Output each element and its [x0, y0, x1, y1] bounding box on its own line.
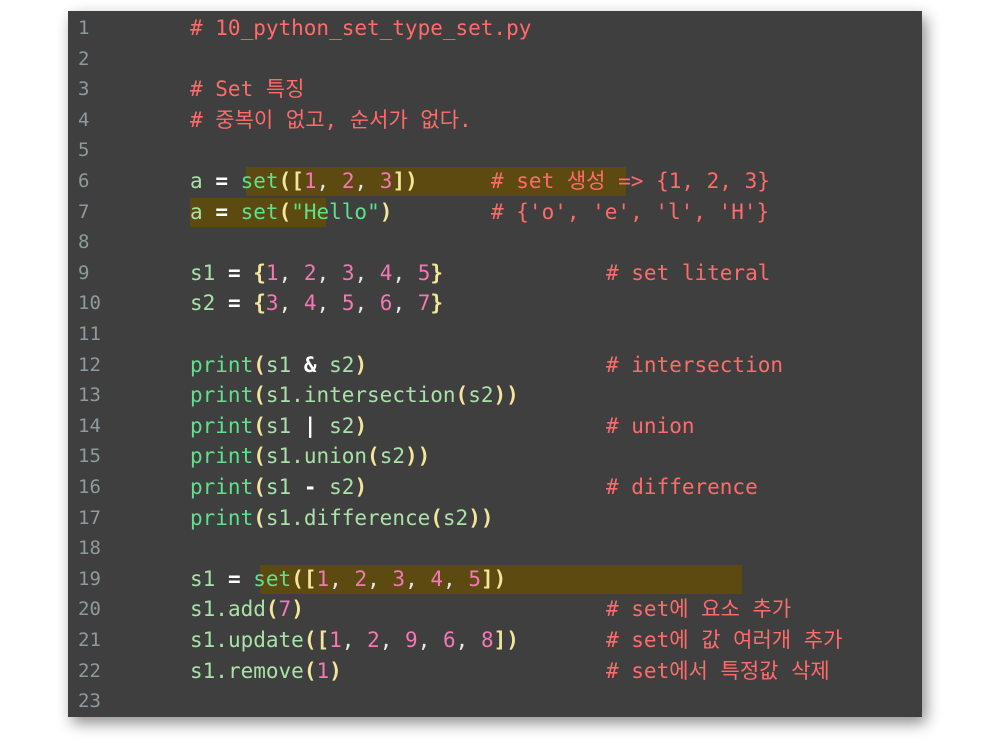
code-line[interactable]: 7 a = set("Hello") # {'o', 'e', 'l', 'H'} [68, 197, 922, 228]
code-text: a = set("Hello") [190, 199, 393, 224]
code-text: s1.update([1, 2, 9, 6, 8]) [190, 628, 519, 652]
code-line[interactable]: 10 s2 = {3, 4, 5, 6, 7} [68, 288, 922, 319]
inline-comment: # set에 값 여러개 추가 [606, 628, 843, 652]
code-line[interactable]: 1 # 10_python_set_type_set.py [68, 13, 922, 44]
code-line[interactable]: 2 [68, 44, 922, 75]
code-line[interactable]: 22 s1.remove(1) # set에서 특정값 삭제 [68, 656, 922, 687]
code-line[interactable]: 15 print(s1.union(s2)) [68, 441, 922, 472]
code-line[interactable]: 18 [68, 533, 922, 564]
code-line[interactable]: 8 [68, 227, 922, 258]
code-line[interactable]: 4 # 중복이 없고, 순서가 없다. [68, 105, 922, 136]
code-editor[interactable]: 1 # 10_python_set_type_set.py 2 3 # Set 특징 4 #… [68, 11, 922, 717]
line-number: 8 [78, 231, 90, 254]
line-number: 10 [78, 292, 101, 315]
code-text: s1.add(7) [190, 597, 304, 622]
code-text: a = set([1, 2, 3]) [190, 169, 418, 193]
line-number: 2 [78, 47, 90, 70]
code-text: # Set 특징 [190, 77, 305, 102]
inline-comment: # union [606, 413, 695, 438]
code-text: print(s1.intersection(s2)) [190, 383, 519, 408]
code-line[interactable]: 20 s1.add(7) # set에 요소 추가 [68, 594, 922, 625]
code-text: # 중복이 없고, 순서가 없다. [190, 107, 472, 132]
line-number: 6 [78, 170, 90, 192]
code-text: print(s1 - s2) [190, 475, 368, 499]
line-number: 1 [78, 17, 90, 39]
line-number: 21 [78, 629, 101, 651]
inline-comment: # {'o', 'e', 'l', 'H'} [491, 199, 770, 224]
code-line[interactable]: 12 print(s1 & s2) # intersection [68, 350, 922, 381]
inline-comment: # set에서 특정값 삭제 [606, 658, 830, 683]
code-text: # 10_python_set_type_set.py [190, 16, 532, 40]
code-line[interactable]: 23 [68, 686, 922, 717]
line-number: 4 [78, 108, 90, 131]
code-text: print(s1 | s2) [190, 413, 368, 438]
code-text: s1 = set([1, 2, 3, 4, 5]) [190, 566, 507, 591]
code-text: s1.remove(1) [190, 658, 342, 683]
code-line[interactable]: 16 print(s1 - s2) # difference [68, 472, 922, 503]
code-line[interactable]: 3 # Set 특징 [68, 74, 922, 105]
inline-comment: # set에 요소 추가 [606, 597, 792, 622]
line-number: 12 [78, 353, 101, 376]
inline-comment: # difference [606, 475, 758, 499]
line-number: 19 [78, 567, 101, 590]
code-line[interactable]: 21 s1.update([1, 2, 9, 6, 8]) # set에 값 여러개… [68, 625, 922, 656]
line-number: 20 [78, 598, 101, 621]
line-number: 15 [78, 445, 101, 468]
code-text: s1 = {1, 2, 3, 4, 5} [190, 260, 444, 285]
line-number: 3 [78, 78, 90, 101]
inline-comment: # intersection [606, 352, 784, 377]
code-line[interactable]: 13 print(s1.intersection(s2)) [68, 380, 922, 411]
line-number: 7 [78, 200, 90, 223]
line-number: 22 [78, 659, 101, 682]
code-line[interactable]: 14 print(s1 | s2) # union [68, 411, 922, 442]
line-number: 11 [78, 323, 101, 345]
code-line[interactable]: 17 print(s1.difference(s2)) [68, 503, 922, 534]
line-number: 16 [78, 476, 101, 498]
code-text: print(s1.union(s2)) [190, 444, 431, 469]
code-text: s2 = {3, 4, 5, 6, 7} [190, 291, 444, 316]
code-line[interactable]: 6 a = set([1, 2, 3]) # set 생성 => {1, 2, 3} [68, 166, 922, 197]
code-line[interactable]: 19 s1 = set([1, 2, 3, 4, 5]) [68, 564, 922, 595]
code-text: print(s1 & s2) [190, 352, 368, 377]
line-number: 13 [78, 384, 101, 407]
line-number: 17 [78, 506, 101, 529]
line-number: 14 [78, 414, 101, 437]
inline-comment: # set literal [606, 260, 771, 285]
code-line[interactable]: 9 s1 = {1, 2, 3, 4, 5} # set literal [68, 258, 922, 289]
line-number: 9 [78, 261, 90, 284]
code-line[interactable]: 5 [68, 135, 922, 166]
code-line[interactable]: 11 [68, 319, 922, 350]
line-number: 5 [78, 139, 90, 162]
line-number: 23 [78, 690, 101, 713]
line-number: 18 [78, 537, 101, 560]
code-text: print(s1.difference(s2)) [190, 505, 494, 530]
inline-comment: # set 생성 => {1, 2, 3} [491, 169, 770, 193]
